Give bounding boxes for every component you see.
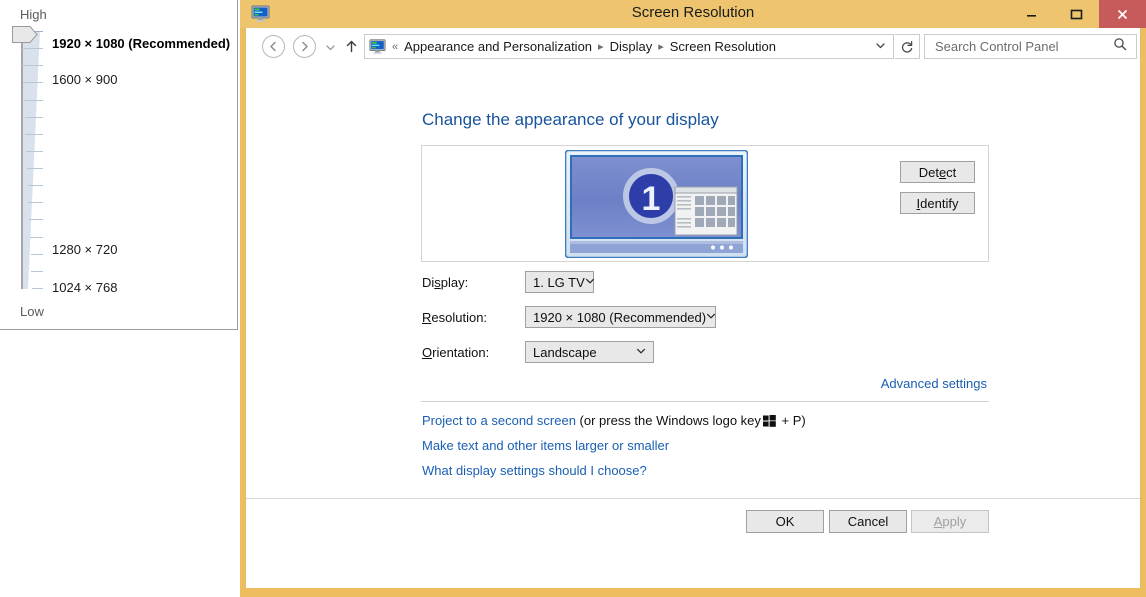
window-controls	[1009, 0, 1146, 28]
breadcrumb-item-appearance[interactable]: Appearance and Personalization	[404, 39, 592, 54]
slider-tick	[22, 65, 43, 66]
slider-tick	[28, 202, 43, 203]
navigation-bar: « Appearance and Personalization ▸ Displ…	[246, 28, 1140, 65]
recent-locations-button[interactable]	[323, 40, 337, 54]
arrow-right-icon	[302, 41, 308, 52]
slider-tick	[27, 168, 43, 169]
advanced-settings-link[interactable]: Advanced settings	[881, 376, 987, 391]
forward-button[interactable]	[293, 35, 316, 58]
footer-divider	[246, 498, 1140, 499]
page-title: Change the appearance of your display	[422, 110, 719, 129]
identify-button[interactable]: Identify	[900, 192, 975, 214]
slider-tick	[24, 100, 43, 101]
project-second-screen-link[interactable]: Project to a second screen (or press the…	[422, 413, 806, 428]
slider-resolution-option[interactable]: 1600 × 900	[52, 72, 117, 87]
project-tail-suffix: + P)	[777, 413, 806, 428]
chevron-down-icon	[585, 276, 595, 289]
resolution-select-value: 1920 × 1080 (Recommended)	[533, 309, 707, 325]
chevron-down-icon	[325, 44, 335, 50]
slider-low-label: Low	[20, 304, 44, 319]
display-select-value: 1. LG TV	[533, 274, 585, 290]
slider-tick	[25, 134, 43, 135]
resolution-label: Resolution:	[422, 310, 488, 325]
project-link-text: Project to a second screen	[422, 413, 576, 428]
breadcrumb-separator: ▸	[658, 41, 664, 53]
chevron-down-icon	[706, 311, 716, 324]
breadcrumb-item-screen-resolution[interactable]: Screen Resolution	[670, 39, 776, 54]
slider-tick-marks	[21, 31, 43, 289]
refresh-icon	[901, 40, 913, 53]
slider-resolution-option[interactable]: 1024 × 768	[52, 280, 117, 295]
slider-high-label: High	[20, 7, 47, 22]
window-titlebar: Screen Resolution	[240, 0, 1146, 28]
resolution-slider-flyout: High Low 1920 × 1080 (Recommended) 1600 ×…	[0, 0, 238, 330]
slider-tick	[29, 219, 43, 220]
ok-button[interactable]: OK	[746, 510, 824, 533]
search-box[interactable]	[924, 34, 1137, 59]
up-button[interactable]	[342, 37, 360, 55]
monitor-icon	[369, 39, 386, 54]
slider-tick	[32, 288, 43, 289]
monitor-icon	[251, 5, 270, 22]
screen-resolution-window: Screen Resolution « Appearance and Perso…	[240, 0, 1146, 597]
apply-button: Apply	[911, 510, 989, 533]
display-label: Display:	[422, 275, 469, 290]
slider-tick	[26, 151, 43, 152]
project-link-tail: (or press the Windows logo key + P)	[576, 413, 806, 428]
slider-tick	[31, 271, 43, 272]
orientation-select[interactable]: Landscape	[525, 341, 654, 363]
chevron-down-icon	[636, 346, 646, 359]
monitor-preview[interactable]: 1	[565, 150, 748, 258]
search-icon[interactable]	[1113, 37, 1127, 56]
maximize-icon	[1070, 9, 1083, 19]
content-area: Change the appearance of your display 1 …	[246, 65, 1140, 588]
screen-resolution-screen: High Low 1920 × 1080 (Recommended) 1600 ×…	[0, 0, 1146, 597]
chevron-down-icon[interactable]	[875, 40, 886, 54]
slider-thumb[interactable]	[12, 26, 38, 43]
slider-tick	[22, 48, 43, 49]
slider-resolution-option[interactable]: 1280 × 720	[52, 242, 117, 257]
refresh-button[interactable]	[895, 34, 920, 59]
slider-tick	[31, 254, 43, 255]
project-tail-prefix: (or press the Windows logo key	[575, 413, 761, 428]
slider-tick	[28, 185, 43, 186]
slider-tick	[23, 82, 43, 83]
breadcrumb-item-display[interactable]: Display	[610, 39, 653, 54]
window-thumbnail-icon	[674, 186, 738, 236]
monitor-number: 1	[642, 180, 661, 218]
slider-tick	[25, 117, 43, 118]
arrow-left-icon	[270, 41, 276, 52]
close-icon	[1117, 9, 1128, 19]
slider-resolution-option[interactable]: 1920 × 1080 (Recommended)	[52, 36, 230, 51]
cancel-button[interactable]: Cancel	[829, 510, 907, 533]
minimize-icon	[1027, 14, 1036, 17]
detect-button[interactable]: Det e ct	[900, 161, 975, 183]
windows-logo-key-icon	[762, 415, 776, 427]
minimize-button[interactable]	[1009, 0, 1054, 28]
arrow-up-icon	[346, 40, 356, 52]
make-text-larger-link[interactable]: Make text and other items larger or smal…	[422, 438, 669, 453]
maximize-button[interactable]	[1054, 0, 1099, 28]
breadcrumb-overflow[interactable]: «	[392, 41, 398, 53]
window-client-area: « Appearance and Personalization ▸ Displ…	[245, 28, 1141, 588]
breadcrumb-separator: ▸	[598, 41, 604, 53]
back-button[interactable]	[262, 35, 285, 58]
search-input[interactable]	[933, 38, 1102, 55]
what-display-settings-link[interactable]: What display settings should I choose?	[422, 463, 647, 478]
section-divider	[421, 401, 989, 402]
address-bar[interactable]: « Appearance and Personalization ▸ Displ…	[364, 34, 894, 59]
orientation-label: Orientation:	[422, 345, 490, 360]
slider-tick	[30, 237, 43, 238]
display-select[interactable]: 1. LG TV	[525, 271, 594, 293]
close-button[interactable]	[1099, 0, 1146, 28]
orientation-select-value: Landscape	[533, 344, 597, 360]
resolution-select[interactable]: 1920 × 1080 (Recommended)	[525, 306, 716, 328]
